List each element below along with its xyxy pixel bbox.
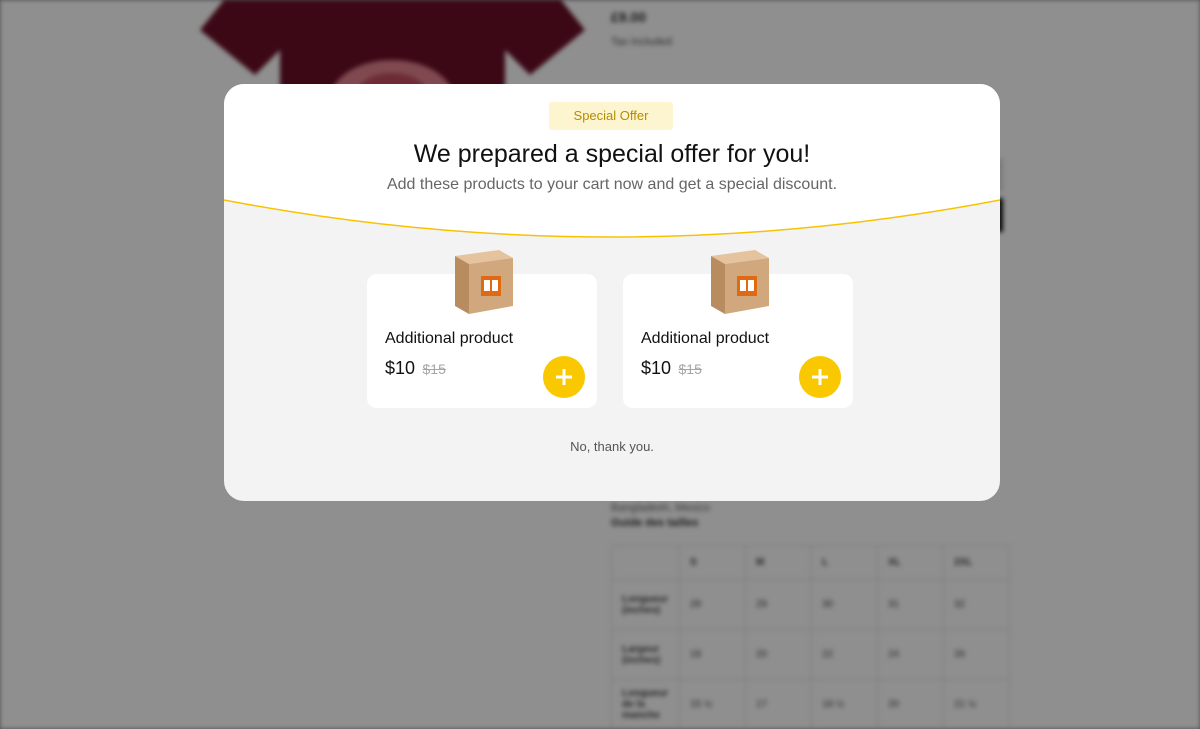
plus-icon bbox=[812, 369, 828, 385]
plus-icon bbox=[556, 369, 572, 385]
modal-subtitle: Add these products to your cart now and … bbox=[386, 176, 838, 193]
product-name: Additional product bbox=[641, 330, 770, 347]
original-price: $15 bbox=[678, 361, 702, 377]
box-icon bbox=[455, 250, 513, 314]
price-row: $10 $15 bbox=[385, 358, 446, 379]
modal-title: We prepared a special offer for you! bbox=[413, 140, 811, 168]
original-price: $15 bbox=[422, 361, 446, 377]
discounted-price: $10 bbox=[641, 358, 672, 378]
product-name: Additional product bbox=[385, 330, 514, 347]
box-icon bbox=[711, 250, 769, 314]
price-row: $10 $15 bbox=[641, 358, 702, 379]
no-thanks-link[interactable]: No, thank you. bbox=[224, 439, 1000, 454]
modal-header: Special Offer We prepared a special offe… bbox=[224, 84, 1000, 244]
add-product-button[interactable] bbox=[799, 356, 841, 398]
special-offer-badge: Special Offer bbox=[549, 102, 673, 130]
add-product-button[interactable] bbox=[543, 356, 585, 398]
product-card: Additional product $10 $15 bbox=[623, 250, 853, 408]
discounted-price: $10 bbox=[385, 358, 416, 378]
product-card: Additional product $10 $15 bbox=[367, 250, 597, 408]
special-offer-modal: Special Offer We prepared a special offe… bbox=[224, 84, 1000, 501]
